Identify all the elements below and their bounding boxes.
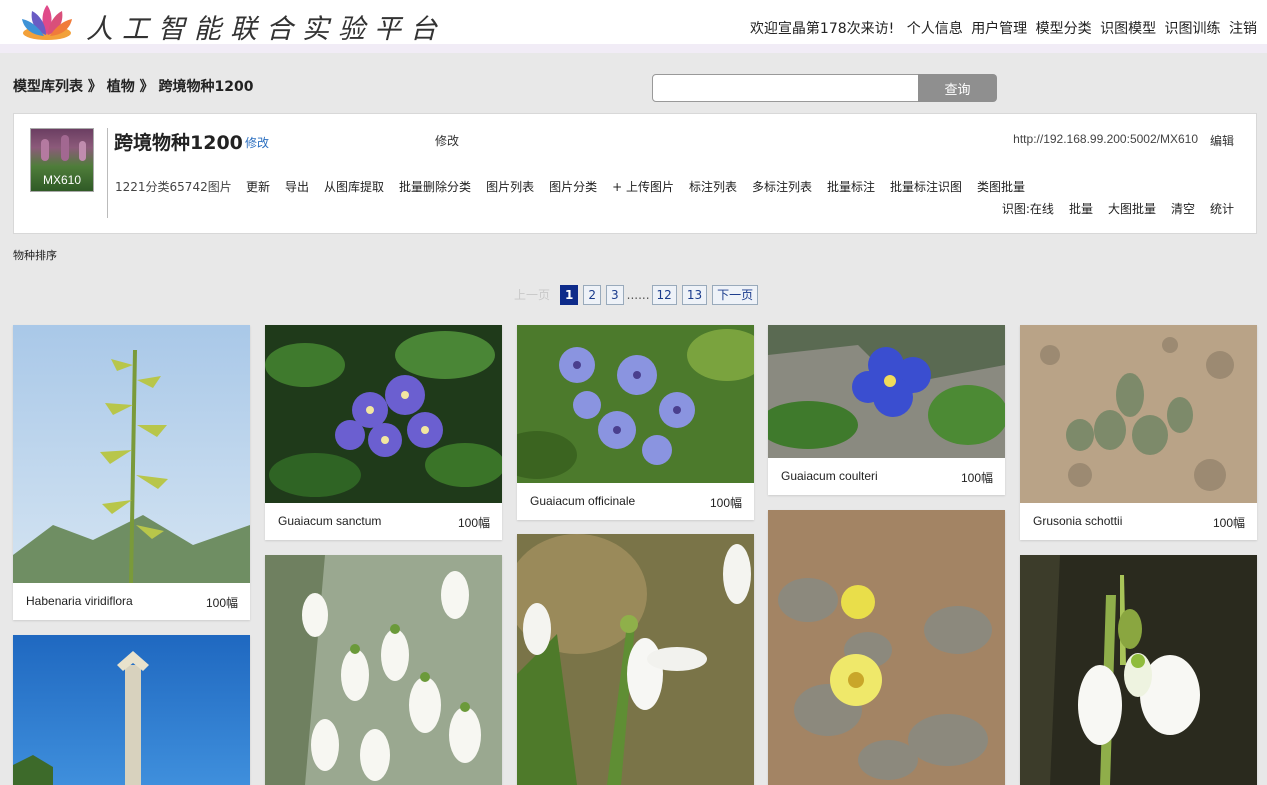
card-caption: Guaiacum officinale 100幅 (517, 483, 754, 520)
top-header: 人工智能联合实验平台 欢迎宣晶第178次来访! 个人信息 用户管理 模型分类 识… (0, 0, 1267, 45)
species-card[interactable] (13, 635, 250, 785)
image-count: 100幅 (457, 516, 490, 530)
blue-flower-photo-icon (517, 325, 754, 483)
palm-photo-icon (13, 635, 250, 785)
upload-image-button[interactable]: + 上传图片 (612, 180, 674, 194)
model-info-card: MX610 跨境物种1200 修改 修改 http://192.168.99.2… (13, 113, 1257, 234)
page-3-button[interactable]: 3 (606, 285, 624, 305)
species-name: Guaiacum officinale (530, 494, 636, 508)
card-caption: Grusonia schottii 100幅 (1020, 503, 1257, 540)
welcome-text: 欢迎宣晶第178次来访! (749, 21, 895, 37)
annotation-list-button[interactable]: 标注列表 (689, 180, 737, 194)
snowdrop-photo-icon (517, 534, 754, 785)
search-input[interactable] (652, 74, 920, 102)
model-code: MX610 (42, 173, 82, 187)
statistics-button[interactable]: 统计 (1210, 202, 1234, 216)
extract-from-gallery-button[interactable]: 从图库提取 (324, 180, 384, 194)
prev-page-button: 上一页 (514, 288, 551, 302)
nav-logout[interactable]: 注销 (1229, 21, 1257, 37)
image-list-button[interactable]: 图片列表 (486, 180, 534, 194)
pagination-ellipsis: ...... (626, 288, 650, 302)
purple-flower-photo-icon (265, 325, 502, 503)
breadcrumb: 模型库列表 》 植物 》 跨境物种1200 (13, 76, 253, 96)
export-button[interactable]: 导出 (285, 180, 309, 194)
recognition-actions: 识图:在线 批量 大图批量 清空 统计 (1002, 200, 1234, 217)
page-2-button[interactable]: 2 (583, 285, 602, 305)
card-caption: Habenaria viridiflora 100幅 (13, 583, 250, 620)
recognize-large-batch-button[interactable]: 大图批量 (1108, 202, 1156, 216)
edit-name-link[interactable]: 修改 (245, 134, 269, 151)
nav-user-management[interactable]: 用户管理 (971, 21, 1027, 37)
category-image-batch-button[interactable]: 类图批量 (977, 180, 1025, 194)
breadcrumb-current[interactable]: 跨境物种1200 (159, 79, 254, 95)
species-card[interactable]: Guaiacum officinale 100幅 (517, 325, 754, 520)
species-card[interactable]: Grusonia schottii 100幅 (1020, 325, 1257, 540)
species-name: Guaiacum sanctum (278, 514, 382, 528)
batch-delete-category-button[interactable]: 批量删除分类 (399, 180, 471, 194)
nav-model-category[interactable]: 模型分类 (1036, 21, 1092, 37)
snowdrop-photo-icon (265, 555, 502, 785)
model-action-bar: 更新 导出 从图库提取 批量删除分类 图片列表 图片分类 + 上传图片 标注列表 多标注列表 批量… (246, 178, 1040, 195)
card-caption: Guaiacum coulteri 100幅 (768, 458, 1005, 495)
orchid-photo-icon (13, 325, 250, 583)
model-stats: 1221分类65742图片 (115, 180, 232, 194)
nav-recognition-training[interactable]: 识图训练 (1165, 21, 1221, 37)
page-1-button[interactable]: 1 (560, 285, 579, 305)
image-count: 100幅 (960, 471, 993, 485)
recognize-online-button[interactable]: 在线 (1030, 202, 1054, 216)
platform-title: 人工智能联合实验平台 (86, 14, 446, 45)
divider (107, 128, 108, 218)
species-card[interactable] (768, 510, 1005, 785)
species-card[interactable] (265, 555, 502, 785)
recognition-label: 识图: (1001, 202, 1030, 216)
blue-flower-photo-icon (768, 325, 1005, 458)
multi-annotation-list-button[interactable]: 多标注列表 (752, 180, 812, 194)
top-nav: 欢迎宣晶第178次来访! 个人信息 用户管理 模型分类 识图模型 识图训练 注销 (750, 18, 1257, 38)
search-button[interactable]: 查询 (918, 74, 997, 102)
card-caption: Guaiacum sanctum 100幅 (265, 503, 502, 540)
nav-profile[interactable]: 个人信息 (907, 21, 963, 37)
yellow-cactus-photo-icon (768, 510, 1005, 785)
image-count: 100幅 (1212, 516, 1245, 530)
batch-annotate-button[interactable]: 批量标注 (827, 180, 875, 194)
species-name: Habenaria viridiflora (26, 594, 133, 608)
lotus-logo-icon (22, 5, 72, 40)
nav-recognition-model[interactable]: 识图模型 (1100, 21, 1156, 37)
species-card[interactable]: Guaiacum sanctum 100幅 (265, 325, 502, 540)
cactus-photo-icon (1020, 325, 1257, 503)
batch-annotate-recognize-button[interactable]: 批量标注识图 (890, 180, 962, 194)
header-shade (0, 44, 1267, 53)
pagination: 上一页 1 2 3...... 12 13 下一页 (509, 285, 763, 307)
page-12-button[interactable]: 12 (651, 285, 677, 305)
image-category-button[interactable]: 图片分类 (549, 180, 597, 194)
species-sort-link[interactable]: 物种排序 (13, 247, 57, 263)
species-card[interactable]: Guaiacum coulteri 100幅 (768, 325, 1005, 495)
species-name: Grusonia schottii (1033, 514, 1123, 528)
breadcrumb-model-list[interactable]: 模型库列表 (13, 79, 83, 95)
edit-url-button[interactable]: 编辑 (1210, 132, 1234, 149)
species-card[interactable] (517, 534, 754, 785)
image-count: 100幅 (709, 496, 742, 510)
species-name: Guaiacum coulteri (781, 469, 878, 483)
snowdrop-photo-icon (1020, 555, 1257, 785)
model-name: 跨境物种1200 (114, 132, 243, 154)
breadcrumb-plants[interactable]: 植物 (107, 79, 135, 95)
image-count: 100幅 (205, 596, 238, 610)
page-13-button[interactable]: 13 (681, 285, 708, 305)
next-page-button[interactable]: 下一页 (712, 285, 759, 305)
species-card[interactable] (1020, 555, 1257, 785)
breadcrumb-separator: 》 (83, 79, 102, 95)
recognize-batch-button[interactable]: 批量 (1069, 202, 1093, 216)
clear-button[interactable]: 清空 (1171, 202, 1195, 216)
model-url: http://192.168.99.200:5002/MX610 (1013, 132, 1198, 146)
species-card[interactable]: Habenaria viridiflora 100幅 (13, 325, 250, 620)
model-thumbnail[interactable]: MX610 (30, 128, 94, 192)
edit-button[interactable]: 修改 (435, 132, 459, 149)
update-button[interactable]: 更新 (246, 180, 270, 194)
breadcrumb-separator: 》 (134, 79, 154, 95)
